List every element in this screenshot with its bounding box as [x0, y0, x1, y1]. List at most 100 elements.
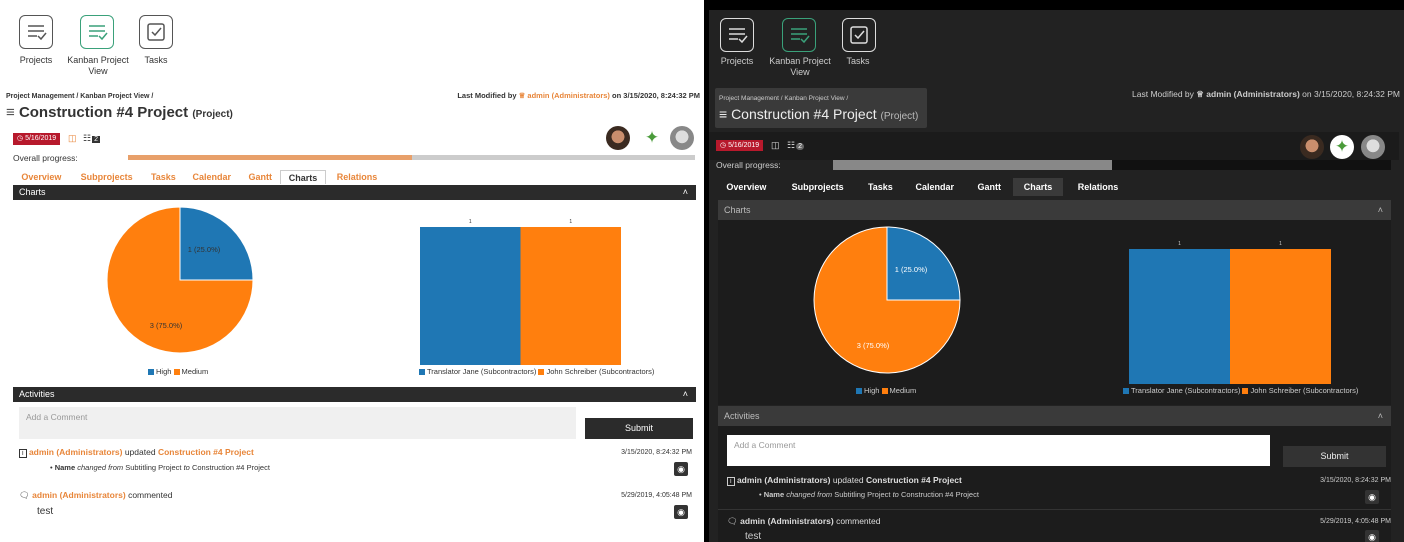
page-title: ≡ Construction #4 Project (Project): [719, 106, 918, 122]
pie-legend: High Medium: [856, 386, 916, 395]
activity-2-time: 5/29/2019, 4:05:48 PM: [621, 492, 692, 499]
breadcrumb[interactable]: Project Management / Kanban Project View…: [719, 95, 848, 102]
tab-charts[interactable]: Charts: [280, 170, 326, 184]
bar-data-label: 1: [1279, 241, 1282, 247]
tab-overview[interactable]: Overview: [13, 170, 70, 184]
avatar-2[interactable]: ✦: [640, 126, 664, 150]
projects-icon[interactable]: [19, 15, 53, 49]
count-badge[interactable]: ☷ 2: [83, 133, 100, 144]
tab-charts[interactable]: Charts: [1013, 178, 1063, 196]
activity-1-change: • Name changed from Subtitling Project t…: [50, 463, 270, 472]
pie-chart: 1 (25.0%) 3 (75.0%): [106, 206, 254, 354]
title-type: (Project): [192, 109, 233, 120]
charts-section-header[interactable]: Charts ˄: [13, 185, 696, 200]
tasks-icon[interactable]: [842, 18, 876, 52]
kanban-label[interactable]: Kanban Project View: [63, 55, 133, 77]
tab-relations[interactable]: Relations: [1065, 178, 1131, 196]
tab-tasks[interactable]: Tasks: [143, 170, 183, 184]
breadcrumb[interactable]: Project Management / Kanban Project View…: [6, 93, 153, 100]
avatar-1[interactable]: [1300, 135, 1324, 159]
info-icon[interactable]: ◫: [771, 140, 780, 151]
activity-2-user-link[interactable]: admin (Administrators): [740, 516, 834, 526]
badge-row: [709, 132, 1399, 160]
activities-section-header[interactable]: Activities ˄: [13, 387, 696, 402]
comment-icon: 🗨: [727, 516, 738, 526]
activity-1: i admin (Administrators) updated Constru…: [19, 447, 254, 458]
tab-subprojects[interactable]: Subprojects: [779, 178, 857, 196]
project-list-icon: ≡: [6, 104, 15, 121]
activity-target-link[interactable]: Construction #4 Project: [866, 475, 962, 485]
tab-tasks[interactable]: Tasks: [858, 178, 902, 196]
comment-icon: 🗨: [19, 490, 30, 500]
kanban-project-view-icon[interactable]: [80, 15, 114, 49]
dark-theme-panel: Projects Kanban Project View Tasks Proje…: [709, 10, 1404, 542]
date-badge[interactable]: ◷ 5/16/2019: [13, 133, 61, 145]
activity-1-time: 3/15/2020, 8:24:32 PM: [621, 449, 692, 456]
submit-button[interactable]: Submit: [1283, 446, 1386, 467]
tasks-label[interactable]: Tasks: [839, 56, 877, 67]
progress-bar: [833, 160, 1391, 170]
tasks-icon[interactable]: [139, 15, 173, 49]
view-icon[interactable]: ◉: [674, 505, 688, 519]
avatar-2[interactable]: ✦: [1330, 135, 1354, 159]
bar-1: [1129, 249, 1230, 384]
tab-overview[interactable]: Overview: [716, 178, 777, 196]
kanban-label[interactable]: Kanban Project View: [765, 56, 835, 78]
bar-chart: 11: [1129, 241, 1331, 384]
tab-subprojects[interactable]: Subprojects: [70, 170, 144, 184]
view-icon[interactable]: ◉: [1365, 490, 1379, 504]
avatar-3[interactable]: [670, 126, 694, 150]
bar-data-label: 1: [569, 219, 572, 225]
view-icon[interactable]: ◉: [1365, 530, 1379, 542]
pie-slice-high: [179, 206, 254, 281]
submit-button[interactable]: Submit: [585, 418, 693, 439]
tab-gantt[interactable]: Gantt: [240, 170, 280, 184]
title-text: Construction #4 Project: [18, 104, 189, 121]
modified-user-link[interactable]: admin (Administrators): [527, 91, 610, 100]
view-icon[interactable]: ◉: [674, 462, 688, 476]
projects-label[interactable]: Projects: [711, 56, 763, 67]
count-badge[interactable]: ☷ 2: [787, 140, 804, 151]
tab-calendar[interactable]: Calendar: [183, 170, 240, 184]
progress-fill: [833, 160, 1112, 170]
activity-user-link[interactable]: admin (Administrators): [737, 475, 831, 485]
title-text: Construction #4 Project: [731, 106, 877, 122]
pie-data-label: 1 (25.0%): [895, 265, 928, 274]
activity-2-user-link[interactable]: admin (Administrators): [32, 490, 126, 500]
bar-1: [420, 227, 521, 365]
project-list-icon: ≡: [719, 106, 728, 122]
pie-data-label: 3 (75.0%): [857, 341, 890, 350]
charts-section-header[interactable]: Charts ˄: [718, 200, 1391, 220]
modified-user-link[interactable]: admin (Administrators): [1206, 89, 1300, 99]
kanban-project-view-icon[interactable]: [782, 18, 816, 52]
comment-input[interactable]: Add a Comment: [19, 407, 576, 439]
tab-gantt[interactable]: Gantt: [967, 178, 1011, 196]
bar-legend: Translator Jane (Subcontractors) John Sc…: [1123, 386, 1358, 395]
tab-bar: Overview Subprojects Tasks Calendar Gantt Cha…: [716, 178, 1396, 196]
bar-data-label: 1: [1178, 241, 1181, 247]
tab-calendar[interactable]: Calendar: [904, 178, 965, 196]
activity-user-link[interactable]: admin (Administrators): [29, 447, 123, 457]
date-badge[interactable]: ◷ 5/16/2019: [716, 140, 764, 151]
divider: [718, 509, 1391, 510]
info-icon[interactable]: ◫: [68, 133, 77, 144]
activity-2: 🗨 admin (Administrators) commented: [727, 516, 881, 526]
bar-chart: 11: [420, 219, 621, 365]
progress-label: Overall progress:: [13, 153, 78, 163]
tasks-label[interactable]: Tasks: [137, 55, 175, 66]
bar-2: [1230, 249, 1331, 384]
bar-legend: Translator Jane (Subcontractors) John Sc…: [419, 367, 654, 376]
projects-icon[interactable]: [720, 18, 754, 52]
activity-target-link[interactable]: Construction #4 Project: [158, 447, 254, 457]
light-theme-panel: Projects Kanban Project View Tasks Proje…: [0, 0, 704, 542]
activities-section-header[interactable]: Activities ˄: [718, 406, 1391, 426]
projects-label[interactable]: Projects: [9, 55, 63, 66]
avatar-1[interactable]: [606, 126, 630, 150]
comment-input[interactable]: Add a Comment: [727, 435, 1270, 466]
tab-relations[interactable]: Relations: [326, 170, 388, 184]
activity-2: 🗨 admin (Administrators) commented: [19, 490, 173, 500]
avatar-3[interactable]: [1361, 135, 1385, 159]
activity-1: i admin (Administrators) updated Constru…: [727, 475, 962, 486]
page-title: ≡ Construction #4 Project (Project): [6, 104, 233, 121]
bar-data-label: 1: [469, 219, 472, 225]
